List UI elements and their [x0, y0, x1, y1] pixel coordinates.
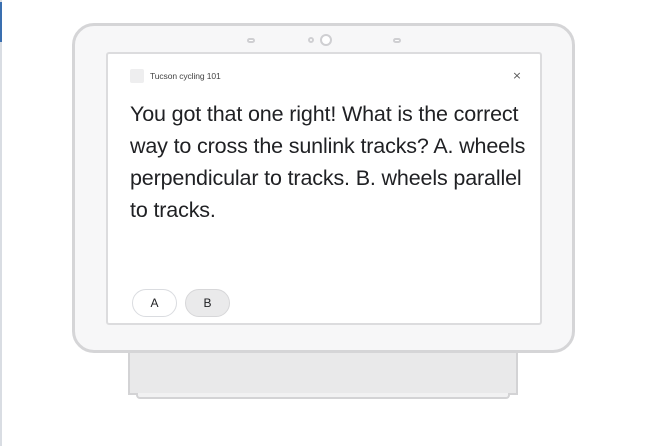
- camera-icon: [320, 34, 332, 46]
- nest-hub-simulator: Tucson cycling 101 × You got that one ri…: [0, 0, 646, 446]
- app-title: Tucson cycling 101: [150, 71, 221, 81]
- device-screen: Tucson cycling 101 × You got that one ri…: [106, 52, 542, 325]
- light-sensor-icon: [308, 37, 314, 43]
- window-edge: [0, 0, 2, 446]
- microphone-right-icon: [393, 38, 401, 43]
- app-header: Tucson cycling 101: [130, 68, 221, 84]
- window-edge-accent: [0, 2, 2, 42]
- app-logo-icon: [130, 69, 144, 83]
- device-stand-base: [136, 393, 510, 399]
- suggestion-chip-b[interactable]: B: [185, 289, 230, 317]
- suggestion-chip-a[interactable]: A: [132, 289, 177, 317]
- response-text: You got that one right! What is the corr…: [130, 102, 526, 222]
- microphone-left-icon: [247, 38, 255, 43]
- suggestion-chips: A B: [132, 289, 230, 317]
- close-button[interactable]: ×: [510, 68, 524, 84]
